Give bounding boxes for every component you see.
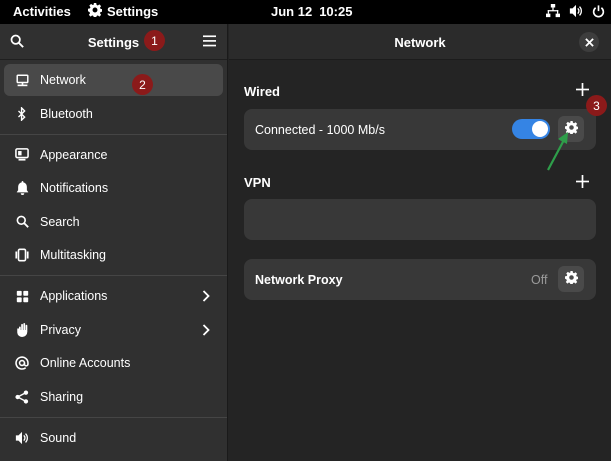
sidebar-item-appearance[interactable]: Appearance <box>4 139 223 171</box>
sidebar-item-network[interactable]: Network <box>4 64 223 96</box>
hamburger-menu-icon[interactable] <box>203 35 216 50</box>
plus-icon <box>576 175 589 188</box>
app-menu[interactable]: Settings <box>88 3 158 20</box>
close-icon <box>584 35 594 50</box>
sidebar-item-label: Appearance <box>40 147 108 162</box>
sidebar-item-search[interactable]: Search <box>4 206 223 238</box>
sidebar-item-label: Search <box>40 214 80 229</box>
proxy-label: Network Proxy <box>255 273 343 287</box>
annotation-arrow <box>547 132 568 171</box>
proxy-settings-button[interactable] <box>558 266 584 292</box>
close-button[interactable] <box>579 32 599 52</box>
sidebar: Settings Network Bluetooth Appearance No… <box>0 24 228 461</box>
vpn-list-empty <box>244 199 596 240</box>
volume-icon <box>569 4 583 18</box>
sidebar-item-label: Applications <box>40 289 108 303</box>
sidebar-item-label: Sound <box>40 430 77 445</box>
sidebar-item-notifications[interactable]: Notifications <box>4 172 223 204</box>
top-bar: Activities Settings Jun 12 10:25 <box>0 0 611 24</box>
main-header: Network <box>229 24 611 60</box>
vpn-heading: VPN <box>244 175 271 190</box>
sidebar-group-devices: Sound <box>0 418 227 458</box>
applications-icon <box>15 289 29 303</box>
sidebar-group-connectivity: Network Bluetooth <box>0 60 227 135</box>
add-wired-button[interactable] <box>576 83 589 99</box>
network-wired-icon <box>15 73 29 87</box>
sidebar-item-privacy[interactable]: Privacy <box>4 314 223 346</box>
activities-button[interactable]: Activities <box>13 4 71 19</box>
annotation-badge-3: 3 <box>586 95 607 116</box>
chevron-right-icon <box>202 323 210 339</box>
share-icon <box>15 389 29 404</box>
proxy-state: Off <box>531 273 548 287</box>
network-panel: Network Wired Connected - 1000 Mb/s VPN … <box>229 24 611 461</box>
clock-date: Jun 12 <box>271 4 313 19</box>
speaker-icon <box>15 431 29 445</box>
sidebar-item-label: Multitasking <box>40 248 106 262</box>
clock[interactable]: Jun 12 10:25 <box>271 4 352 19</box>
add-vpn-button[interactable] <box>576 175 589 191</box>
app-name: Settings <box>107 4 159 19</box>
sidebar-title: Settings <box>87 35 140 50</box>
sidebar-group-apps: Applications Privacy Online Accounts Sha… <box>0 276 227 418</box>
wired-status: Connected - 1000 Mb/s <box>255 123 385 137</box>
sidebar-item-label: Notifications <box>40 181 109 195</box>
network-status-icon <box>546 4 560 18</box>
sidebar-item-sound[interactable]: Sound <box>4 422 223 454</box>
clock-time: 10:25 <box>319 4 353 19</box>
system-status-area[interactable] <box>546 4 605 18</box>
power-icon <box>592 4 605 18</box>
bluetooth-icon <box>15 106 29 121</box>
sidebar-item-label: Privacy <box>40 322 81 337</box>
sidebar-item-applications[interactable]: Applications <box>4 280 223 312</box>
gear-icon <box>88 3 103 20</box>
annotation-badge-2: 2 <box>132 74 153 95</box>
sidebar-item-online-accounts[interactable]: Online Accounts <box>4 347 223 379</box>
multitasking-icon <box>15 248 29 262</box>
sidebar-header: Settings <box>0 24 227 60</box>
privacy-hand-icon <box>15 322 29 337</box>
sidebar-item-label: Sharing <box>40 389 84 404</box>
sidebar-item-label: Bluetooth <box>40 106 93 121</box>
plus-icon <box>576 83 589 96</box>
search-icon <box>15 215 29 229</box>
sidebar-group-personal: Appearance Notifications Search Multitas… <box>0 135 227 276</box>
sidebar-item-label: Online Accounts <box>40 356 131 370</box>
chevron-right-icon <box>202 290 210 305</box>
annotation-badge-1: 1 <box>144 30 165 51</box>
network-proxy-row[interactable]: Network Proxy Off <box>244 259 596 300</box>
appearance-icon <box>15 148 29 162</box>
at-sign-icon <box>15 356 29 370</box>
sidebar-item-label: Network <box>40 73 86 87</box>
page-title: Network <box>394 35 446 50</box>
gear-icon <box>564 271 578 287</box>
wired-heading: Wired <box>244 84 280 99</box>
sidebar-item-multitasking[interactable]: Multitasking <box>4 239 223 271</box>
sidebar-item-sharing[interactable]: Sharing <box>4 381 223 413</box>
bell-icon <box>15 181 29 195</box>
sidebar-item-bluetooth[interactable]: Bluetooth <box>4 98 223 130</box>
